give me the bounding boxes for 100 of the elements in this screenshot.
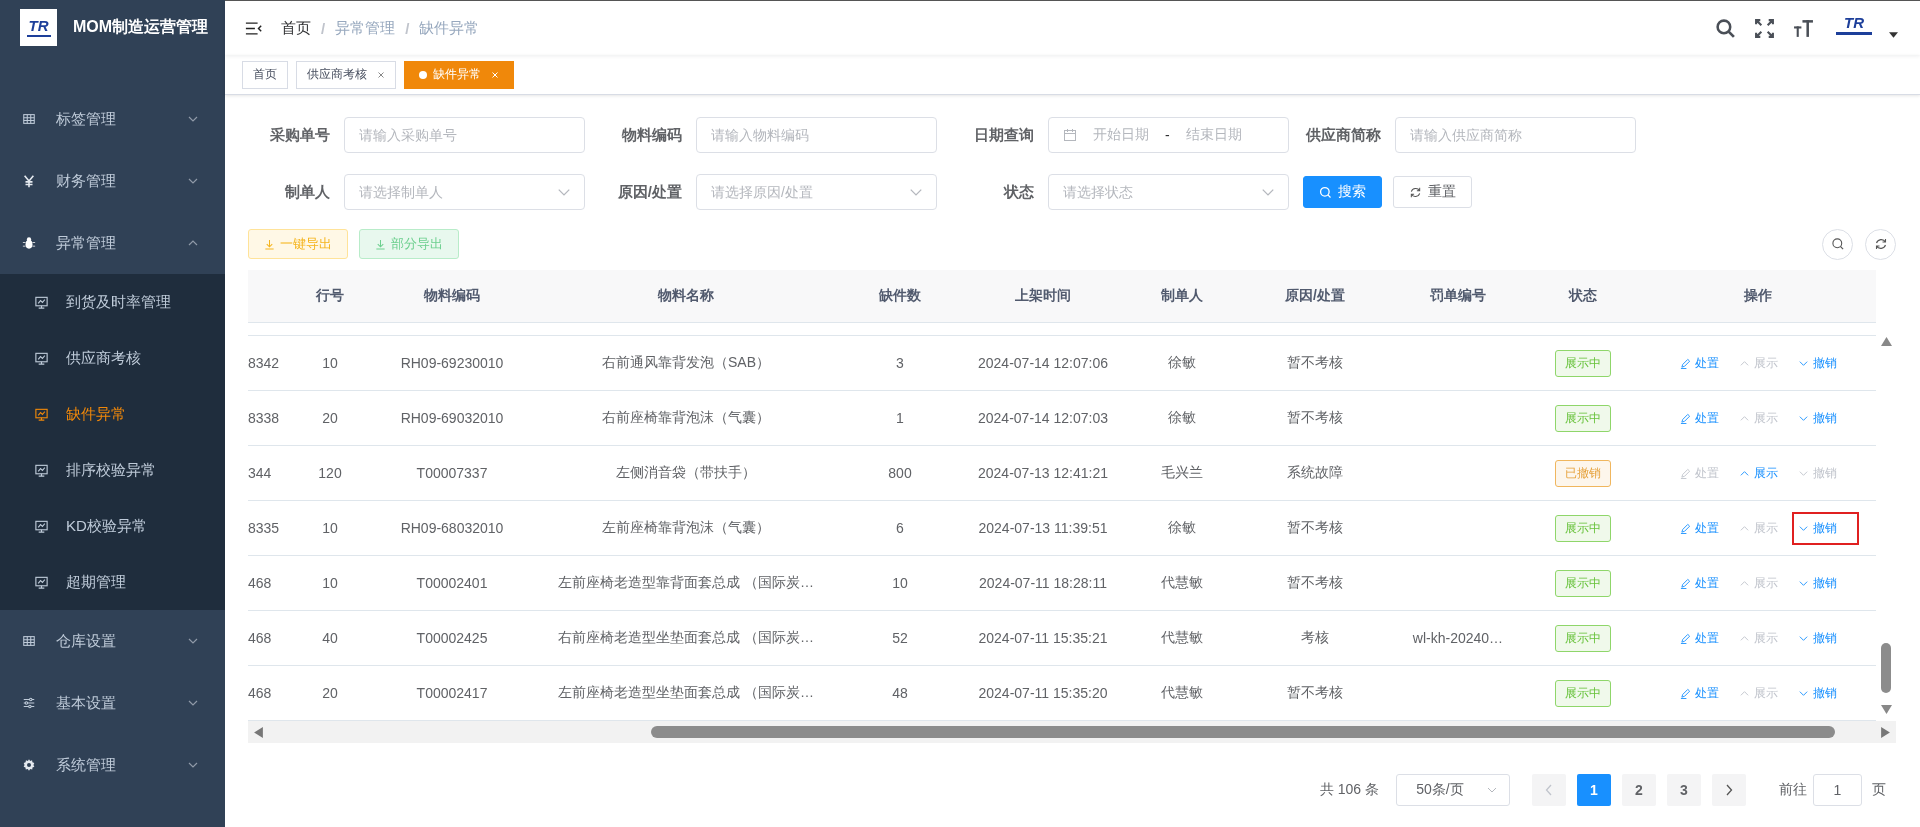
table-cell: 2024-07-13 11:39:51 xyxy=(978,520,1108,536)
column-header: 罚单编号 xyxy=(1390,270,1526,323)
search-icon[interactable] xyxy=(1715,17,1736,39)
table-cell: 左前座椅靠背泡沫（气囊） xyxy=(602,519,770,535)
bug-icon xyxy=(22,236,36,250)
action-link[interactable]: 展示 xyxy=(1732,456,1784,490)
refresh-icon xyxy=(1873,237,1888,251)
page-input[interactable]: 1 xyxy=(1813,774,1862,806)
submenu-item[interactable]: 超期管理 xyxy=(0,554,225,610)
action-link[interactable]: 处置 xyxy=(1673,346,1725,380)
action-link[interactable]: 撤销 xyxy=(1791,621,1843,655)
chevron-right-icon xyxy=(1725,784,1733,796)
input-field[interactable]: 请输入物料编码 xyxy=(696,117,937,153)
table-cell: 10 xyxy=(322,355,338,371)
search-toggle-button[interactable] xyxy=(1822,228,1853,260)
table-cell: 468 xyxy=(248,685,272,701)
table-cell: RH09-69032010 xyxy=(400,410,504,426)
table-cell: RH09-68032010 xyxy=(400,520,504,536)
page-tab[interactable]: 缺件异常 xyxy=(404,60,514,89)
page-tab[interactable]: 首页 xyxy=(242,60,288,89)
horizontal-scrollbar[interactable] xyxy=(248,721,1896,743)
action-link[interactable]: 处置 xyxy=(1673,676,1725,710)
page-button[interactable]: 3 xyxy=(1667,774,1701,806)
filter-label: 供应商简称 xyxy=(1304,125,1381,145)
pencil-icon xyxy=(1679,467,1691,479)
submenu-item[interactable]: 到货及时率管理 xyxy=(0,274,225,330)
select-field[interactable]: 请选择制单人 xyxy=(344,174,585,210)
menu-item[interactable]: 基本设置 xyxy=(0,672,225,734)
export-button[interactable]: 一键导出 xyxy=(248,229,348,259)
date-range-field[interactable]: 开始日期 - 结束日期 xyxy=(1048,117,1289,153)
fullscreen-icon[interactable] xyxy=(1754,17,1775,39)
page-button[interactable]: 2 xyxy=(1622,774,1656,806)
action-link[interactable]: 处置 xyxy=(1673,621,1725,655)
menu-item[interactable]: 系统管理 xyxy=(0,734,225,796)
submenu-item[interactable]: 排序校验异常 xyxy=(0,442,225,498)
action-link[interactable]: 撤销 xyxy=(1791,346,1843,380)
table-cell: 暂不考核 xyxy=(1287,354,1343,370)
submenu-item[interactable]: 供应商考核 xyxy=(0,330,225,386)
table-cell: 左侧消音袋（带扶手） xyxy=(616,464,756,480)
reset-button[interactable]: 重置 xyxy=(1393,176,1472,208)
status-tag: 展示中 xyxy=(1555,679,1611,707)
caret-icon[interactable] xyxy=(1889,32,1898,38)
action-link[interactable]: 处置 xyxy=(1673,566,1725,600)
scroll-left-icon[interactable] xyxy=(254,726,263,738)
action-link[interactable]: 撤销 xyxy=(1791,676,1843,710)
breadcrumb-item: 异常管理 xyxy=(335,18,396,38)
table-cell: 10 xyxy=(322,575,338,591)
scrollbar-thumb[interactable] xyxy=(1881,643,1891,693)
submenu-item[interactable]: KD校验异常 xyxy=(0,498,225,554)
table-cell: 右前座椅老造型坐垫面套总成 （国际炭… xyxy=(558,629,814,645)
table-cell: 1 xyxy=(896,410,904,426)
filter-label: 采购单号 xyxy=(269,125,330,145)
search-button[interactable]: 搜索 xyxy=(1303,176,1382,208)
page-size-select[interactable]: 50条/页 xyxy=(1396,774,1510,806)
table-cell: 徐敏 xyxy=(1168,354,1196,370)
action-link[interactable]: 处置 xyxy=(1673,511,1725,545)
menu-item[interactable]: 标签管理 xyxy=(0,88,225,150)
menu-item[interactable]: 异常管理 xyxy=(0,212,225,274)
table-cell: 8335 xyxy=(248,520,280,536)
table-cell: RH09-69230010 xyxy=(400,355,504,371)
menu-icon[interactable] xyxy=(245,20,263,36)
menu-item[interactable]: 财务管理 xyxy=(0,150,225,212)
table-cell: T00002425 xyxy=(416,630,488,646)
download-icon xyxy=(375,238,386,250)
submenu-item[interactable]: 缺件异常 xyxy=(0,386,225,442)
action-link[interactable]: 撤销 xyxy=(1791,566,1843,600)
select-field[interactable]: 请选择原因/处置 xyxy=(696,174,937,210)
input-field[interactable]: 请输入供应商简称 xyxy=(1395,117,1636,153)
table-cell: 2024-07-14 12:07:03 xyxy=(978,410,1108,426)
select-field[interactable]: 请选择状态 xyxy=(1048,174,1289,210)
font-size-icon[interactable] xyxy=(1793,17,1814,39)
breadcrumb-separator: / xyxy=(405,19,410,37)
scroll-up-icon[interactable] xyxy=(1880,337,1892,346)
column-header: 物料编码 xyxy=(370,270,534,323)
scroll-down-icon[interactable] xyxy=(1880,705,1892,714)
column-header: 状态 xyxy=(1526,270,1640,323)
close-icon[interactable] xyxy=(377,70,385,79)
column-header: 缺件数 xyxy=(838,270,962,323)
table-cell: 8338 xyxy=(248,410,280,426)
page-tab[interactable]: 供应商考核 xyxy=(296,60,396,89)
action-link[interactable]: 处置 xyxy=(1673,401,1725,435)
table-cell: 系统故障 xyxy=(1287,464,1343,480)
status-tag: 展示中 xyxy=(1555,404,1611,432)
page-unit-label: 页 xyxy=(1872,781,1886,799)
export-button[interactable]: 部分导出 xyxy=(359,229,459,259)
menu-item[interactable]: 仓库设置 xyxy=(0,610,225,672)
action-link[interactable]: 撤销 xyxy=(1791,511,1859,545)
avatar-logo[interactable]: TR xyxy=(1834,15,1874,41)
column-header: 物料名称 xyxy=(534,270,838,323)
input-field[interactable]: 请输入采购单号 xyxy=(344,117,585,153)
table-icon xyxy=(22,112,36,126)
page-button[interactable]: 1 xyxy=(1577,774,1611,806)
table-cell: 2024-07-13 12:41:21 xyxy=(978,465,1108,481)
scroll-right-icon[interactable] xyxy=(1881,726,1890,738)
table-cell: 代慧敏 xyxy=(1161,629,1203,645)
scrollbar-thumb[interactable] xyxy=(651,726,1835,738)
yen-icon xyxy=(22,174,36,188)
refresh-button[interactable] xyxy=(1865,228,1896,260)
action-link[interactable]: 撤销 xyxy=(1791,401,1843,435)
breadcrumb-item[interactable]: 首页 xyxy=(281,18,311,38)
